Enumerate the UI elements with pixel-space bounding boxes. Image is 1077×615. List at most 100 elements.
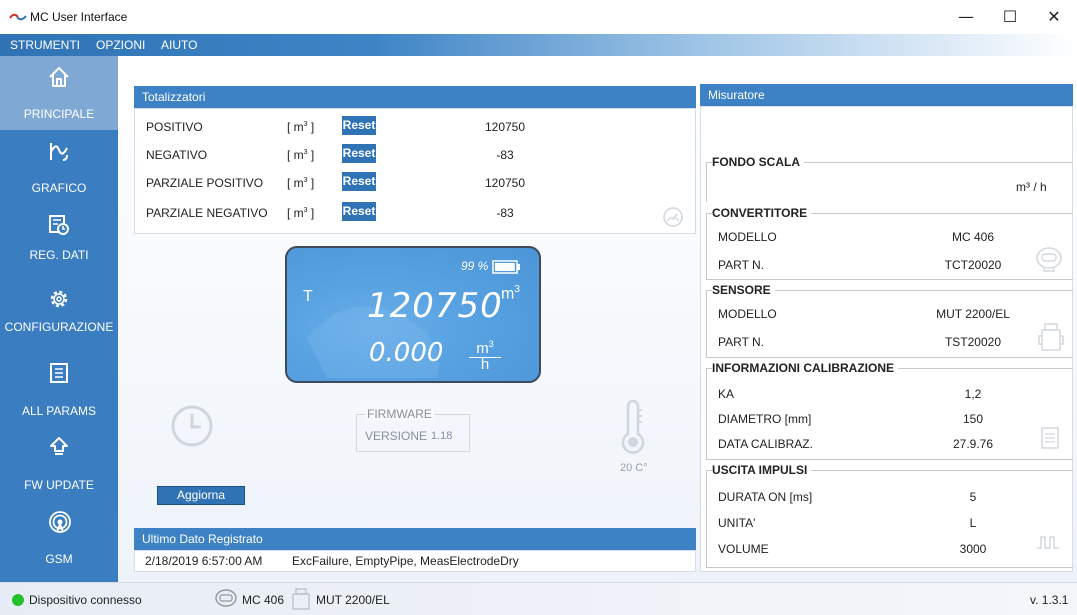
sidebar-item-all-params[interactable]: ALL PARAMS: [0, 352, 118, 424]
field-value: 150: [962, 412, 984, 426]
close-button[interactable]: ✕: [1032, 4, 1076, 30]
lcd-total-value: 120750: [367, 286, 503, 326]
reset-negativo-button[interactable]: Reset: [342, 144, 376, 163]
totalizer-unit: [ m3 ]: [287, 120, 315, 134]
field-value: L: [969, 516, 977, 530]
gauge-icon: [663, 207, 683, 227]
totalizer-unit: [ m3 ]: [287, 176, 315, 190]
field-label: PART N.: [718, 258, 765, 272]
field-value: 27.9.76: [952, 437, 994, 451]
convertitore-title: CONVERTITORE: [712, 206, 812, 220]
field-label: DIAMETRO [mm]: [718, 412, 812, 426]
antenna-icon: [49, 511, 71, 533]
menu-opzioni[interactable]: OPZIONI: [96, 38, 145, 52]
sidebar-item-label: FW UPDATE: [24, 478, 94, 492]
fondo-scala-unit: m³ / h: [1016, 180, 1047, 194]
connection-status-text: Dispositivo connesso: [29, 593, 142, 607]
field-label: VOLUME: [718, 542, 769, 556]
connection-status-icon: [12, 594, 24, 606]
temperature-value: 20 C°: [620, 462, 648, 474]
sidebar-item-reg-dati[interactable]: REG. DATI: [0, 204, 118, 276]
thermometer-icon: [621, 400, 645, 454]
title-bar: MC User Interface — ☐ ✕: [0, 0, 1077, 34]
pulse-icon: [1037, 536, 1059, 549]
totalizer-name: PARZIALE NEGATIVO: [146, 206, 268, 220]
field-label: DATA CALIBRAZ.: [718, 437, 813, 451]
field-label: MODELLO: [718, 230, 777, 244]
field-value: MC 406: [951, 230, 995, 244]
totalizzatori-header: Totalizzatori: [134, 86, 696, 108]
maximize-button[interactable]: ☐: [988, 4, 1032, 30]
totalizer-row: NEGATIVO [ m3 ] Reset -83: [135, 141, 707, 169]
app-version: v. 1.3.1: [1030, 593, 1069, 607]
upload-icon: [50, 437, 68, 455]
window-title: MC User Interface: [30, 10, 128, 24]
battery-percent: 99 %: [461, 259, 489, 273]
lcd-flow-unit-numerator: m3: [469, 336, 501, 358]
sidebar-item-label: CONFIGURAZIONE: [4, 320, 114, 334]
sidebar-item-label: GRAFICO: [31, 181, 87, 195]
sidebar-item-label: PRINCIPALE: [23, 107, 95, 121]
lcd-t-label: T: [303, 288, 313, 305]
sidebar-item-principale[interactable]: PRINCIPALE: [0, 56, 118, 130]
field-label: MODELLO: [718, 307, 777, 321]
field-label: DURATA ON [ms]: [718, 490, 813, 504]
sidebar-item-label: GSM: [45, 552, 73, 566]
ultimo-dato-header: Ultimo Dato Registrato: [134, 528, 696, 550]
sidebar-item-gsm[interactable]: GSM: [0, 500, 118, 572]
field-value: TCT20020: [944, 258, 1002, 272]
datalog-icon: [49, 215, 69, 235]
app-logo-icon: [9, 13, 27, 21]
lcd-display: 99 % T 120750 m3 0.000 m3 h: [285, 246, 541, 383]
totalizer-unit: [ m3 ]: [287, 148, 315, 162]
misuratore-header: Misuratore: [700, 84, 1073, 106]
menu-strumenti[interactable]: STRUMENTI: [10, 38, 80, 52]
document-icon: [1041, 427, 1059, 449]
home-icon: [49, 67, 69, 87]
field-value: TST20020: [944, 335, 1002, 349]
ultimo-dato-message: ExcFailure, EmptyPipe, MeasElectrodeDry: [292, 554, 519, 568]
aggiorna-button[interactable]: Aggiorna: [157, 486, 245, 505]
totalizzatori-panel: POSITIVO [ m3 ] Reset 120750 NEGATIVO [ …: [134, 108, 696, 234]
totalizer-value: -83: [496, 148, 514, 162]
ultimo-dato-panel: 2/18/2019 6:57:00 AM ExcFailure, EmptyPi…: [134, 550, 696, 572]
totalizer-row: POSITIVO [ m3 ] Reset 120750: [135, 113, 707, 141]
menu-bar: STRUMENTI OPZIONI AIUTO: [0, 34, 1077, 56]
reset-parziale-negativo-button[interactable]: Reset: [342, 202, 376, 221]
sensore-title: SENSORE: [712, 283, 775, 297]
menu-aiuto[interactable]: AIUTO: [161, 38, 197, 52]
sidebar: PRINCIPALE GRAFICO REG. DATI CONFIGURAZI…: [0, 56, 118, 582]
totalizer-value: -83: [496, 206, 514, 220]
list-icon: [50, 363, 68, 383]
firmware-version-value: 1.18: [431, 430, 453, 442]
minimize-button[interactable]: —: [944, 4, 988, 30]
sidebar-item-label: REG. DATI: [29, 248, 89, 262]
sidebar-item-fw-update[interactable]: FW UPDATE: [0, 426, 118, 498]
totalizer-value: 120750: [484, 120, 526, 134]
ultimo-dato-timestamp: 2/18/2019 6:57:00 AM: [145, 554, 263, 568]
totalizer-unit: [ m3 ]: [287, 206, 315, 220]
sensor-status-text: MUT 2200/EL: [316, 593, 390, 607]
sidebar-item-label: ALL PARAMS: [21, 404, 97, 418]
field-value: 3000: [959, 542, 987, 556]
converter-status-text: MC 406: [242, 593, 285, 607]
status-bar: Dispositivo connesso MC 406 MUT 2200/EL …: [0, 582, 1077, 615]
calibrazione-title: INFORMAZIONI CALIBRAZIONE: [712, 361, 898, 375]
battery-icon: [492, 260, 520, 274]
sidebar-item-configurazione[interactable]: CONFIGURAZIONE: [0, 278, 118, 350]
field-value: 1,2: [964, 387, 982, 401]
sidebar-item-grafico[interactable]: GRAFICO: [0, 130, 118, 202]
totalizer-name: POSITIVO: [146, 120, 203, 134]
fondo-scala-title: FONDO SCALA: [712, 155, 804, 169]
field-label: KA: [718, 387, 735, 401]
field-value: MUT 2200/EL: [936, 307, 1010, 321]
reset-parziale-positivo-button[interactable]: Reset: [342, 172, 376, 191]
totalizer-row: PARZIALE NEGATIVO [ m3 ] Reset -83: [135, 199, 707, 227]
lcd-total-unit: m3: [501, 284, 520, 303]
lcd-flow-unit-denominator: h: [480, 356, 490, 373]
field-label: PART N.: [718, 335, 765, 349]
totalizer-name: PARZIALE POSITIVO: [146, 176, 264, 190]
totalizer-row: PARZIALE POSITIVO [ m3 ] Reset 120750: [135, 169, 707, 197]
reset-positivo-button[interactable]: Reset: [342, 116, 376, 135]
converter-status-icon: [215, 589, 237, 607]
